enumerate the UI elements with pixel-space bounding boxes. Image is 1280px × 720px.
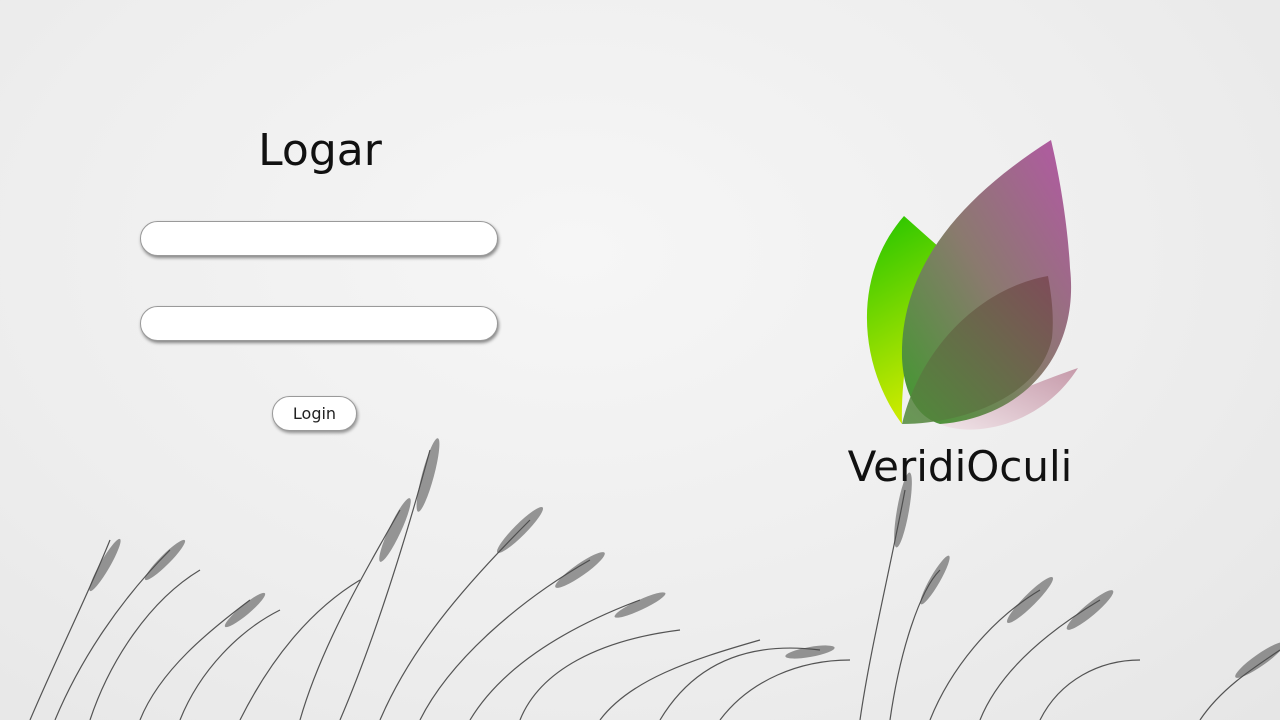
brand-name: VeridiOculi <box>847 442 1073 491</box>
login-title: Logar <box>258 125 382 176</box>
login-button[interactable]: Login <box>272 396 357 431</box>
brand-block: VeridiOculi <box>800 130 1120 500</box>
username-field[interactable] <box>140 221 498 256</box>
password-field[interactable] <box>140 306 498 341</box>
leaf-logo-icon <box>866 140 1078 430</box>
